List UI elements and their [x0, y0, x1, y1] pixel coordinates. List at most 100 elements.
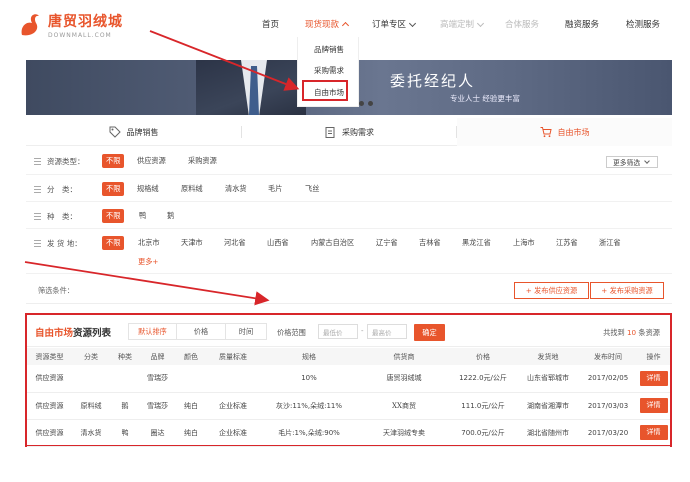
resource-table: 资源类型 分类 种类 品牌 颜色 质量标准 规格 供货商 价格 发货地 发布时间…: [27, 348, 670, 447]
cell-brand: 雪瑞莎: [140, 365, 175, 393]
column-header: 供货商: [359, 348, 449, 365]
price-range-dash: -: [361, 327, 364, 335]
nav-custom[interactable]: 高端定制: [440, 18, 485, 30]
cell-origin: 山东省郓城市: [517, 365, 579, 393]
resource-list-panel: 自由市场资源列表 默认排序 价格 时间 价格范围 最低价 - 最高价 确定 共找…: [25, 313, 672, 447]
banner-dot[interactable]: [359, 101, 364, 106]
tab-free-market[interactable]: 自由市场: [457, 118, 672, 146]
cell-color: 纯白: [175, 392, 207, 420]
publish-supply-button[interactable]: + 发布供应资源: [514, 282, 589, 299]
filter-option[interactable]: 采购资源: [188, 156, 217, 166]
column-header: 资源类型: [27, 348, 72, 365]
cell-spec: 10%: [259, 365, 359, 393]
filter-option[interactable]: 江苏省: [556, 238, 578, 248]
filter-option[interactable]: 规格绒: [137, 184, 159, 194]
cell-species: [110, 365, 140, 393]
column-header: 操作: [637, 348, 670, 365]
filter-option[interactable]: 河北省: [224, 238, 246, 248]
sort-price[interactable]: 价格: [176, 323, 226, 340]
more-filter-select[interactable]: 更多筛选: [606, 156, 658, 168]
sort-time[interactable]: 时间: [225, 323, 267, 340]
filter-option[interactable]: 原料绒: [181, 184, 203, 194]
price-confirm-button[interactable]: 确定: [414, 324, 445, 341]
sort-default[interactable]: 默认排序: [128, 323, 177, 340]
cell-color: [175, 365, 207, 393]
filter-option[interactable]: 飞丝: [305, 184, 319, 194]
filter-option[interactable]: 毛片: [268, 184, 282, 194]
filter-option[interactable]: 黑龙江省: [462, 238, 491, 248]
filter-option[interactable]: 不限: [102, 209, 125, 223]
filter-row-type: 资源类型： 不限 供应资源 采购资源 更多筛选: [26, 147, 672, 175]
tab-purchase-demand[interactable]: 采购需求: [242, 118, 456, 146]
cell-quality-standard: 企业标准: [207, 419, 259, 447]
filter-option[interactable]: 不限: [102, 182, 125, 196]
price-range-label: 价格范围: [277, 328, 306, 337]
filter-option[interactable]: 不限: [102, 236, 125, 250]
min-price-input[interactable]: 最低价: [318, 324, 358, 339]
column-header: 质量标准: [207, 348, 259, 365]
cell-action: 详情: [637, 392, 670, 420]
column-header: 颜色: [175, 348, 207, 365]
filter-option[interactable]: 吉林省: [419, 238, 441, 248]
dropdown-purchase-demand[interactable]: 采购需求: [298, 65, 360, 76]
filter-conditions-label: 筛选条件：: [38, 286, 74, 295]
column-header: 分类: [72, 348, 110, 365]
filter-label: 种 类：: [34, 211, 77, 222]
cell-resource-type: 供应资源: [27, 419, 72, 447]
detail-button[interactable]: 详情: [639, 425, 668, 440]
cell-color: 纯白: [175, 419, 207, 447]
nav-order-zone[interactable]: 订单专区: [372, 18, 417, 30]
cell-resource-type: 供应资源: [27, 392, 72, 420]
filter-option[interactable]: 北京市: [138, 238, 160, 248]
filter-option[interactable]: 浙江省: [599, 238, 621, 248]
filter-option[interactable]: 清水货: [225, 184, 247, 194]
filter-option[interactable]: 鹅: [167, 211, 174, 221]
banner-dot[interactable]: [368, 101, 373, 106]
cell-supplier: 天津羽绒专卖: [359, 419, 449, 447]
max-price-input[interactable]: 最高价: [367, 324, 407, 339]
filter-option[interactable]: 鸭: [139, 211, 146, 221]
resource-list-toolbar: 自由市场资源列表 默认排序 价格 时间 价格范围 最低价 - 最高价 确定 共找…: [27, 315, 670, 347]
filter-option[interactable]: 辽宁省: [376, 238, 398, 248]
cell-supplier: 唐贸羽绒城: [359, 365, 449, 393]
nav-finance[interactable]: 融资服务: [565, 18, 599, 30]
cell-origin: 湖北省随州市: [517, 419, 579, 447]
table-row[interactable]: 供应资源 原料绒 鹅 雪瑞莎 纯白 企业标准 灰沙:11%,朵绒:11% XX商…: [27, 392, 670, 420]
cell-brand: 圈达: [140, 419, 175, 447]
filter-option[interactable]: 天津市: [181, 238, 203, 248]
cell-species: 鸭: [110, 419, 140, 447]
dropdown-brand-sales[interactable]: 品牌销售: [298, 44, 360, 55]
nav-inspection[interactable]: 检测服务: [626, 18, 660, 30]
nav-spot-goods[interactable]: 现货现款: [305, 18, 350, 30]
clipboard-icon: [324, 126, 336, 138]
filter-option[interactable]: 山西省: [267, 238, 289, 248]
table-row[interactable]: 供应资源 清水货 鸭 圈达 纯白 企业标准 毛片:1%,朵绒:90% 天津羽绒专…: [27, 419, 670, 447]
filter-option[interactable]: 内蒙古自治区: [311, 238, 354, 248]
tab-brand-sales[interactable]: 品牌销售: [26, 118, 241, 146]
cell-price: 700.0元/公斤: [449, 419, 517, 447]
filter-option[interactable]: 上海市: [513, 238, 535, 248]
cell-action: 详情: [637, 419, 670, 447]
cell-species: 鹅: [110, 392, 140, 420]
list-icon: [34, 240, 41, 247]
list-icon: [34, 186, 41, 193]
cart-icon: [540, 126, 552, 138]
column-header: 品牌: [140, 348, 175, 365]
column-header: 规格: [259, 348, 359, 365]
publish-purchase-button[interactable]: + 发布采购资源: [590, 282, 664, 299]
cell-quality-standard: [207, 365, 259, 393]
nav-combined-service[interactable]: 合体服务: [505, 18, 539, 30]
filter-option[interactable]: 不限: [102, 154, 125, 168]
cell-resource-type: 供应资源: [27, 365, 72, 393]
list-icon: [34, 158, 41, 165]
nav-home[interactable]: 首页: [262, 18, 279, 30]
filter-row-species: 种 类： 不限 鸭 鹅: [26, 202, 672, 229]
table-row[interactable]: 供应资源 雪瑞莎 10% 唐贸羽绒城 1222.0元/公斤 山东省郓城市 201…: [27, 365, 670, 393]
list-icon: [34, 213, 41, 220]
origin-more-link[interactable]: 更多+: [138, 257, 158, 267]
filter-option[interactable]: 供应资源: [137, 156, 166, 166]
detail-button[interactable]: 详情: [639, 370, 668, 386]
result-count: 共找到 10 条资源: [603, 328, 660, 337]
resource-list-title: 自由市场资源列表: [35, 328, 112, 339]
detail-button[interactable]: 详情: [639, 398, 668, 413]
